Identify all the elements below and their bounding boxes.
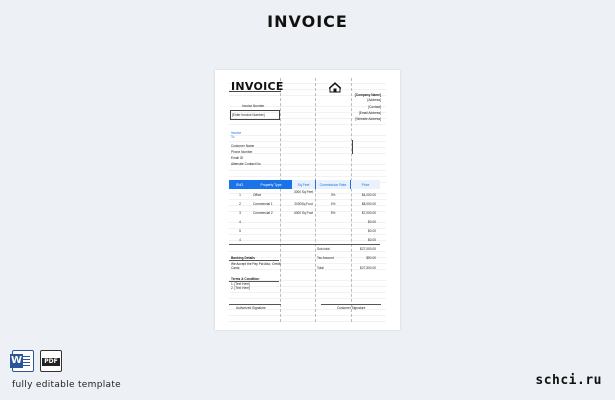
- total-label: Total: [317, 266, 324, 270]
- header-sq-feet: Sq Feet: [292, 180, 315, 189]
- header-commission-rate: Commission Rate: [316, 180, 350, 189]
- table-cell: Commercial 2: [253, 211, 273, 215]
- page-title: INVOICE: [267, 12, 348, 31]
- company-contact: [Contact]: [368, 105, 381, 109]
- table-cell: $8,000.00: [361, 202, 376, 206]
- phone-number-field[interactable]: Phone Number: [231, 150, 252, 154]
- table-cell: Commercial 1: [253, 202, 273, 206]
- email-field[interactable]: Email ID: [231, 156, 243, 160]
- editable-template-label: fully editable template: [12, 380, 121, 390]
- column-divider: [280, 78, 281, 322]
- column-divider: [315, 78, 316, 322]
- subtotal-label: Sub total: [317, 247, 330, 251]
- table-cell: $4,000.00: [361, 193, 376, 197]
- banking-note: We Accept the Pay Pal Also, Credit Cards: [231, 262, 281, 270]
- invoice-number-label: Invoice Number: [242, 104, 265, 108]
- table-cell: $0.00: [368, 229, 376, 233]
- to-label: To: [231, 135, 235, 139]
- customer-name-field[interactable]: Customer Name: [231, 144, 254, 148]
- file-format-icons: [10, 350, 62, 372]
- table-cell: 3: [239, 211, 241, 215]
- table-cell: $0.00: [368, 238, 376, 242]
- table-cell: 5%: [330, 211, 336, 215]
- table-cell: 2: [239, 202, 241, 206]
- table-cell: 4: [239, 220, 241, 224]
- table-cell: $7,000.00: [361, 211, 376, 215]
- brand-watermark[interactable]: schci.ru: [535, 373, 602, 388]
- table-cell: 2000Sq Foot: [294, 202, 313, 206]
- table-cell: 1: [239, 193, 241, 197]
- company-email: [Email Address]: [358, 111, 381, 115]
- table-cell: 4: [239, 238, 241, 242]
- total-value: $27,500.00: [360, 266, 376, 270]
- pdf-icon: [40, 350, 62, 372]
- table-cell: Office: [253, 193, 262, 197]
- invoice-number-field[interactable]: [Enter Invoice Number]: [232, 113, 265, 117]
- invoice-sheet: INVOICE [Company Name] [Address] [Contac…: [215, 70, 400, 330]
- header-property-type: Property Type: [260, 182, 282, 187]
- table-cell: 4%: [330, 202, 336, 206]
- table-cell: 5: [239, 229, 241, 233]
- company-website: [Website Address]: [355, 117, 381, 121]
- subtotal-value: $27,000.00: [360, 247, 376, 251]
- alternate-contact-field[interactable]: Alternate Contact No: [231, 162, 261, 166]
- table-cell: 3%: [330, 193, 336, 197]
- header-sno: SNO.: [235, 182, 245, 187]
- table-cell: 3000 Sq Feet: [293, 190, 314, 194]
- tax-value: $50.00: [366, 256, 376, 260]
- tax-label: Tax Amount: [317, 256, 334, 260]
- company-address: [Address]: [367, 98, 381, 102]
- word-icon: [10, 350, 34, 372]
- house-icon: [329, 82, 341, 93]
- table-cell: $0.00: [368, 220, 376, 224]
- header-price: Price: [351, 180, 380, 189]
- customer-signature-label: Customer Signature: [337, 306, 366, 310]
- terms-line: 2. [Text Here]: [231, 286, 250, 290]
- company-name: [Company Name]: [354, 93, 381, 97]
- authorized-signature-label: Authorized Signature: [236, 306, 266, 310]
- table-cell: 4000 Sq Foot: [293, 211, 314, 215]
